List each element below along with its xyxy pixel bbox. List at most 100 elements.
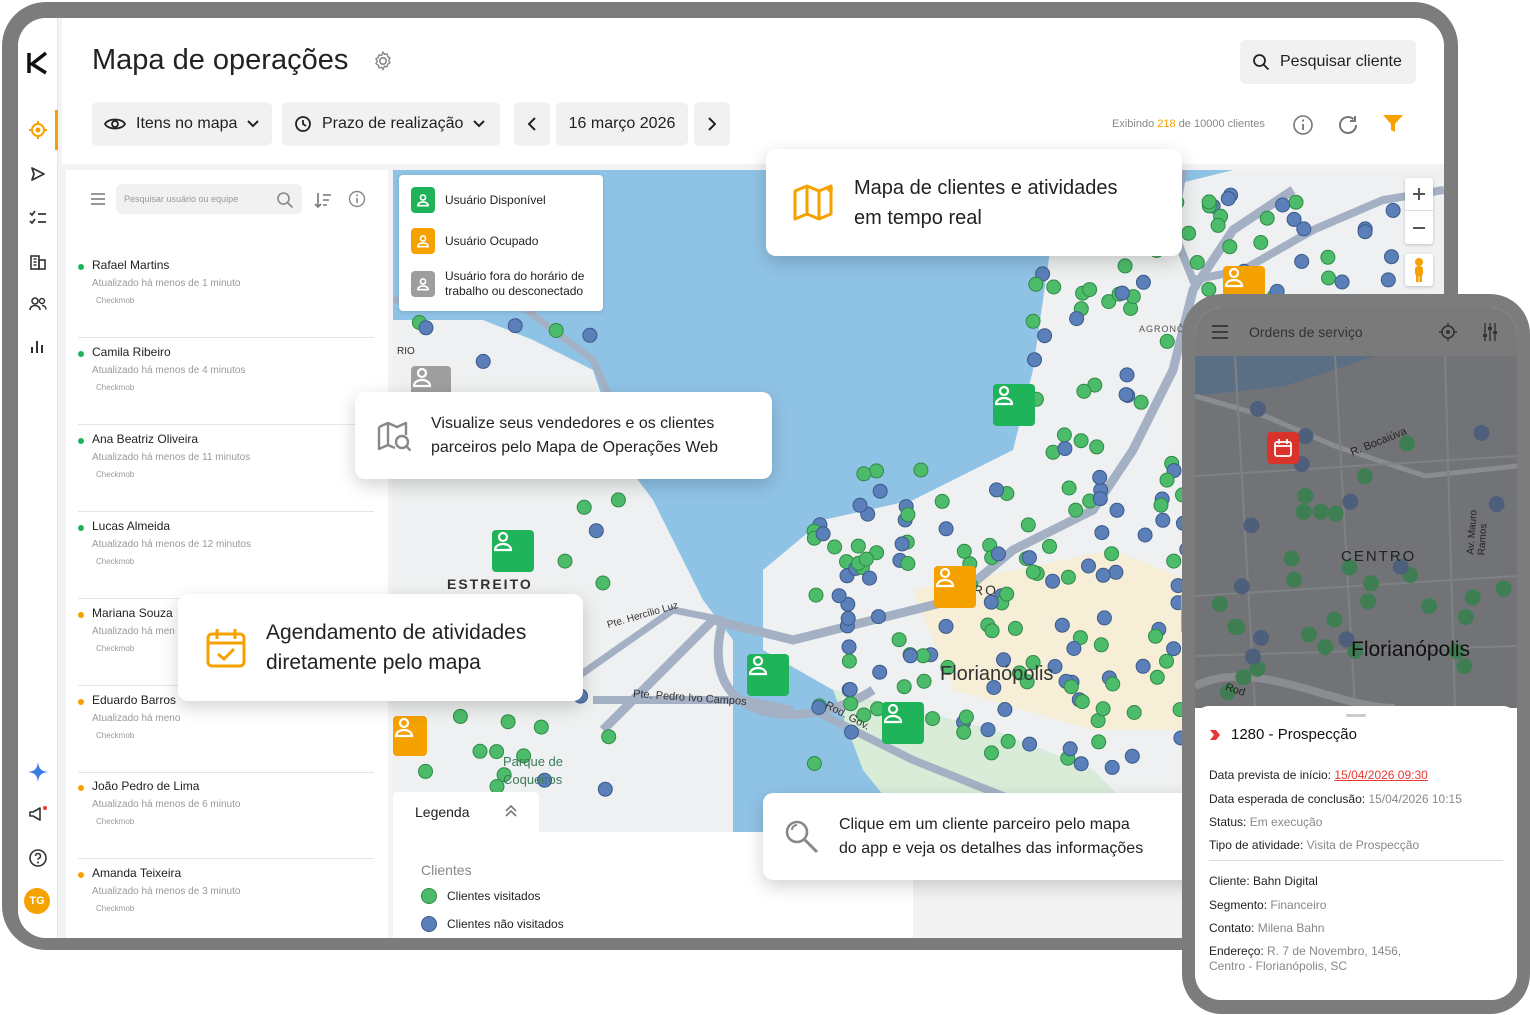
client-visited-marker[interactable] — [1000, 733, 1016, 749]
client-visited-marker[interactable] — [1082, 282, 1098, 298]
client-visited-marker[interactable] — [1073, 433, 1089, 449]
client-visited-marker[interactable] — [958, 709, 974, 725]
client-visited-marker[interactable] — [1095, 701, 1111, 717]
client-not-visited-marker[interactable] — [872, 664, 888, 680]
client-not-visited-marker[interactable] — [1220, 191, 1236, 207]
client-visited-marker[interactable] — [1495, 580, 1512, 597]
sliders-icon[interactable] — [1481, 322, 1499, 342]
client-visited-marker[interactable] — [500, 714, 516, 730]
client-visited-marker[interactable] — [1126, 705, 1142, 720]
megaphone-icon[interactable] — [24, 800, 52, 828]
client-visited-marker[interactable] — [1297, 487, 1314, 504]
client-visited-marker[interactable] — [1025, 313, 1041, 329]
user-search-input[interactable]: Pesquisar usuário ou equipe — [116, 184, 302, 214]
client-not-visited-marker[interactable] — [1069, 311, 1085, 327]
next-date-button[interactable] — [694, 102, 730, 146]
client-visited-marker[interactable] — [827, 539, 843, 555]
client-visited-marker[interactable] — [1159, 333, 1175, 349]
client-not-visited-marker[interactable] — [1114, 285, 1130, 301]
client-not-visited-marker[interactable] — [1384, 249, 1399, 265]
sheet-handle[interactable] — [1346, 714, 1366, 717]
client-not-visited-marker[interactable] — [1021, 550, 1037, 566]
previous-date-button[interactable] — [514, 102, 550, 146]
client-visited-marker[interactable] — [900, 507, 916, 523]
checklist-icon[interactable] — [24, 204, 52, 232]
user-marker-available[interactable] — [993, 384, 1035, 426]
client-not-visited-marker[interactable] — [1342, 493, 1359, 510]
client-visited-marker[interactable] — [806, 756, 822, 771]
street-view-button[interactable] — [1405, 254, 1433, 286]
client-not-visited-marker[interactable] — [938, 521, 954, 537]
map-target-icon[interactable] — [24, 116, 52, 144]
info-icon[interactable] — [348, 190, 366, 208]
client-not-visited-marker[interactable] — [903, 648, 918, 664]
client-not-visited-marker[interactable] — [1118, 387, 1134, 403]
client-visited-marker[interactable] — [1327, 505, 1344, 522]
client-not-visited-marker[interactable] — [980, 722, 996, 738]
client-not-visited-marker[interactable] — [1092, 469, 1108, 485]
user-list-item[interactable]: Eduardo Barros Atualizado há meno Checkmob — [78, 693, 374, 773]
client-not-visited-marker[interactable] — [990, 546, 1006, 562]
client-visited-marker[interactable] — [472, 743, 488, 759]
client-visited-marker[interactable] — [1189, 255, 1205, 270]
client-not-visited-marker[interactable] — [938, 618, 954, 634]
zoom-out-button[interactable] — [1405, 211, 1433, 244]
client-not-visited-marker[interactable] — [597, 781, 613, 797]
gear-icon[interactable] — [372, 50, 394, 72]
client-not-visited-marker[interactable] — [1124, 748, 1140, 764]
client-visited-marker[interactable] — [925, 711, 941, 727]
client-visited-marker[interactable] — [1363, 575, 1380, 592]
client-visited-marker[interactable] — [557, 553, 573, 569]
client-visited-marker[interactable] — [1210, 217, 1226, 233]
client-visited-marker[interactable] — [915, 648, 931, 664]
client-not-visited-marker[interactable] — [1243, 517, 1260, 534]
client-visited-marker[interactable] — [913, 462, 929, 478]
client-visited-marker[interactable] — [1063, 679, 1079, 695]
client-visited-marker[interactable] — [1259, 210, 1275, 226]
client-visited-marker[interactable] — [548, 323, 564, 338]
chart-icon[interactable] — [24, 332, 52, 360]
mobile-map[interactable]: R. Bocaiúva Av. Mauro Ramos CENTRO Flori… — [1195, 356, 1517, 708]
client-visited-marker[interactable] — [1227, 618, 1244, 635]
client-visited-marker[interactable] — [1020, 517, 1036, 533]
client-visited-marker[interactable] — [1288, 194, 1304, 210]
building-icon[interactable] — [24, 248, 52, 276]
client-not-visited-marker[interactable] — [1054, 617, 1070, 633]
client-visited-marker[interactable] — [916, 673, 932, 689]
client-not-visited-marker[interactable] — [1296, 221, 1312, 237]
client-visited-marker[interactable] — [1253, 235, 1269, 250]
menu-icon[interactable] — [1211, 325, 1229, 339]
client-not-visited-marker[interactable] — [831, 588, 847, 604]
client-not-visited-marker[interactable] — [507, 318, 523, 334]
client-not-visited-marker[interactable] — [1297, 428, 1314, 445]
client-not-visited-marker[interactable] — [1081, 558, 1096, 574]
client-visited-marker[interactable] — [595, 575, 611, 591]
client-not-visited-marker[interactable] — [840, 610, 856, 626]
client-not-visited-marker[interactable] — [1057, 441, 1073, 457]
client-visited-marker[interactable] — [1300, 626, 1317, 643]
user-marker-busy[interactable] — [934, 566, 976, 608]
client-visited-marker[interactable] — [1181, 225, 1197, 241]
client-visited-marker[interactable] — [1068, 502, 1084, 518]
sort-icon[interactable] — [314, 191, 332, 209]
user-marker-busy[interactable] — [393, 716, 427, 756]
client-not-visited-marker[interactable] — [1066, 641, 1082, 656]
client-not-visited-marker[interactable] — [1135, 658, 1151, 674]
client-not-visited-marker[interactable] — [852, 497, 868, 513]
client-visited-marker[interactable] — [1089, 439, 1105, 455]
client-not-visited-marker[interactable] — [815, 526, 831, 542]
users-icon[interactable] — [24, 290, 52, 318]
client-visited-marker[interactable] — [1159, 472, 1175, 488]
send-icon[interactable] — [24, 160, 52, 188]
client-not-visited-marker[interactable] — [894, 536, 910, 552]
client-not-visited-marker[interactable] — [1094, 525, 1110, 541]
client-visited-marker[interactable] — [1117, 258, 1133, 274]
client-visited-marker[interactable] — [489, 744, 505, 760]
client-visited-marker[interactable] — [1356, 468, 1373, 485]
client-not-visited-marker[interactable] — [1473, 424, 1490, 441]
client-visited-marker[interactable] — [956, 724, 972, 740]
client-visited-marker[interactable] — [1312, 503, 1329, 520]
date-selector[interactable]: 16 março 2026 — [556, 102, 688, 146]
zoom-in-button[interactable] — [1405, 178, 1433, 211]
sparkle-icon[interactable] — [24, 758, 52, 786]
